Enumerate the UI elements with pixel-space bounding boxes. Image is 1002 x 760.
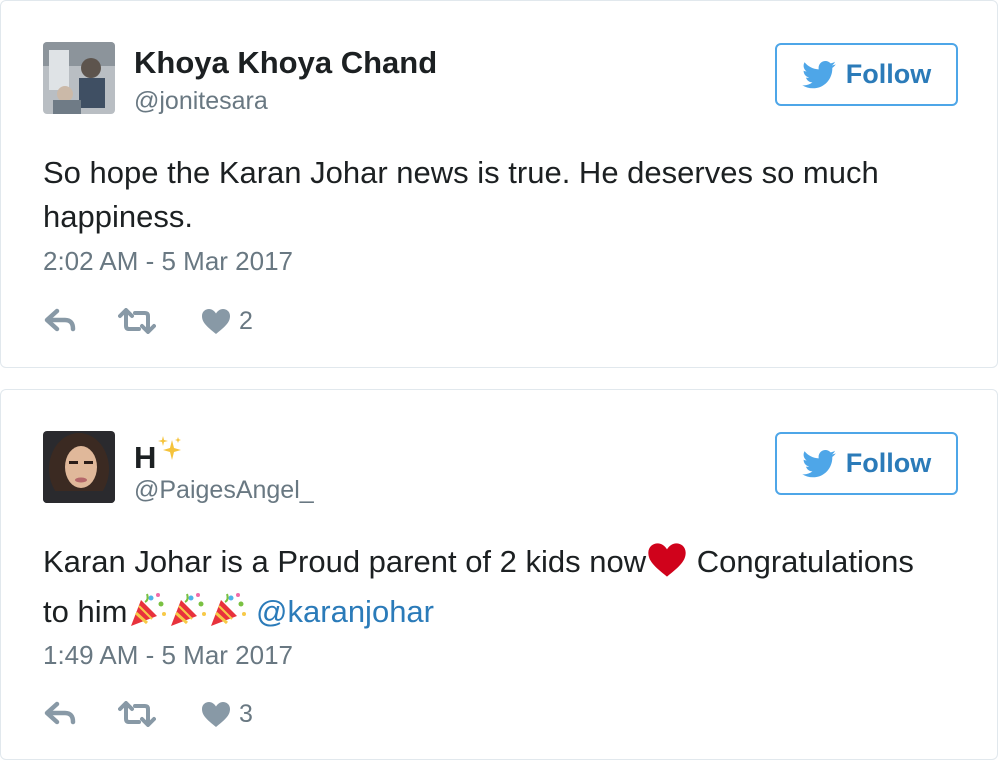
avatar[interactable]	[43, 431, 115, 503]
reply-icon	[44, 308, 76, 332]
heart-icon	[202, 308, 230, 334]
twitter-bird-icon	[801, 60, 836, 88]
like-button[interactable]: 3	[201, 696, 253, 732]
follow-label: Follow	[845, 448, 932, 478]
reply-button[interactable]	[43, 696, 77, 732]
reply-button[interactable]	[43, 303, 77, 339]
tweet-card: Khoya Khoya Chand @jonitesara Follow So …	[0, 0, 998, 368]
tweet-text: Karan Johar is a Proud parent of 2 kids …	[43, 540, 943, 640]
avatar[interactable]	[43, 42, 115, 114]
user-handle[interactable]: @PaigesAngel_	[134, 476, 314, 505]
retweet-icon	[118, 308, 156, 334]
retweet-icon	[118, 701, 156, 727]
tweet-actions: 2	[43, 303, 363, 339]
tweet-actions: 3	[43, 696, 363, 732]
party-popper-icon	[207, 592, 247, 640]
timestamp[interactable]: 2:02 AM - 5 Mar 2017	[43, 246, 293, 277]
tweet-text-part: Karan Johar is a Proud parent of 2 kids …	[43, 544, 647, 579]
like-button[interactable]: 2	[201, 303, 253, 339]
retweet-button[interactable]	[118, 303, 156, 339]
follow-button[interactable]: Follow	[775, 432, 958, 495]
retweet-button[interactable]	[118, 696, 156, 732]
sparkles-icon	[158, 434, 182, 470]
party-popper-icon	[167, 592, 207, 640]
timestamp[interactable]: 1:49 AM - 5 Mar 2017	[43, 640, 293, 671]
follow-label: Follow	[845, 59, 932, 89]
heart-icon	[202, 701, 230, 727]
twitter-bird-icon	[801, 449, 836, 477]
display-name[interactable]: H	[134, 434, 182, 476]
display-name[interactable]: Khoya Khoya Chand	[134, 45, 437, 81]
like-count: 3	[239, 699, 253, 728]
like-count: 2	[239, 306, 253, 335]
reply-icon	[44, 701, 76, 725]
display-name-text: H	[134, 440, 157, 475]
red-heart-icon	[646, 542, 688, 590]
mention-link[interactable]: @karanjohar	[256, 594, 434, 629]
tweet-card: H @PaigesAngel_ Follow Karan Johar is a …	[0, 389, 998, 760]
tweet-text: So hope the Karan Johar news is true. He…	[43, 155, 879, 234]
party-popper-icon	[127, 592, 167, 640]
user-handle[interactable]: @jonitesara	[134, 87, 268, 116]
follow-button[interactable]: Follow	[775, 43, 958, 106]
